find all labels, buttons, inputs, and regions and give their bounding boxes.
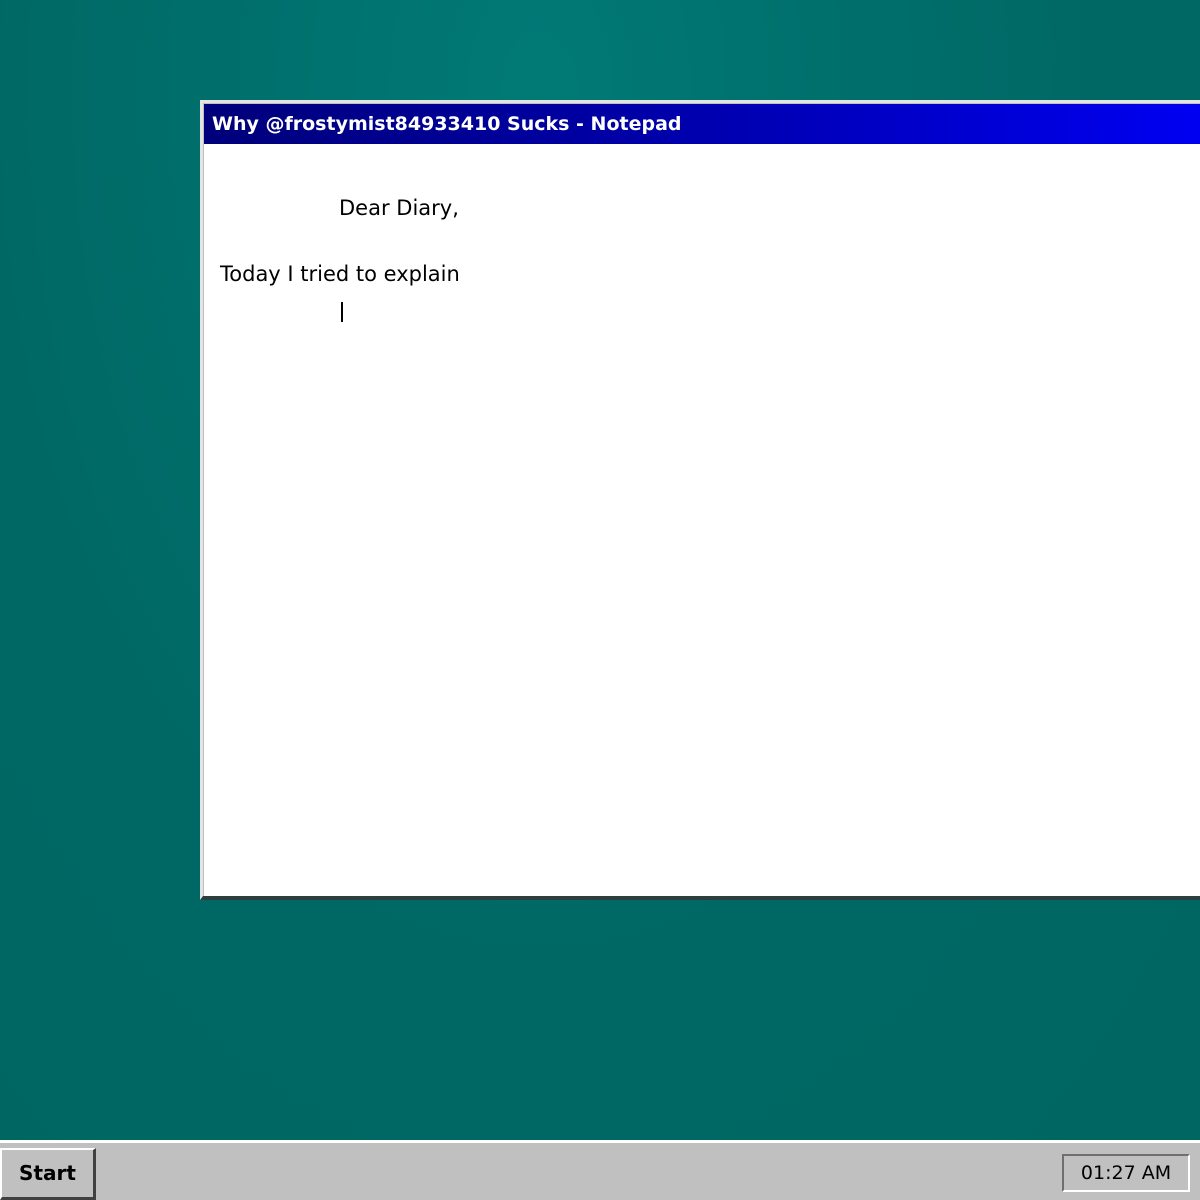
text-line-body: Today I tried to explain xyxy=(220,262,460,286)
notepad-text-area[interactable]: Dear Diary, Today I tried to explain xyxy=(204,144,1200,896)
text-caret xyxy=(341,302,343,322)
desktop: Why @frostymist84933410 Sucks - Notepad … xyxy=(0,0,1200,1140)
start-button[interactable]: Start xyxy=(0,1148,96,1200)
window-title-bar[interactable]: Why @frostymist84933410 Sucks - Notepad xyxy=(204,104,1200,144)
taskbar-clock: 01:27 AM xyxy=(1062,1154,1190,1192)
taskbar: Start 01:27 AM xyxy=(0,1140,1200,1200)
text-line-greeting: Dear Diary, xyxy=(339,196,459,220)
notepad-window[interactable]: Why @frostymist84933410 Sucks - Notepad … xyxy=(200,100,1200,900)
window-title: Why @frostymist84933410 Sucks - Notepad xyxy=(212,113,682,135)
